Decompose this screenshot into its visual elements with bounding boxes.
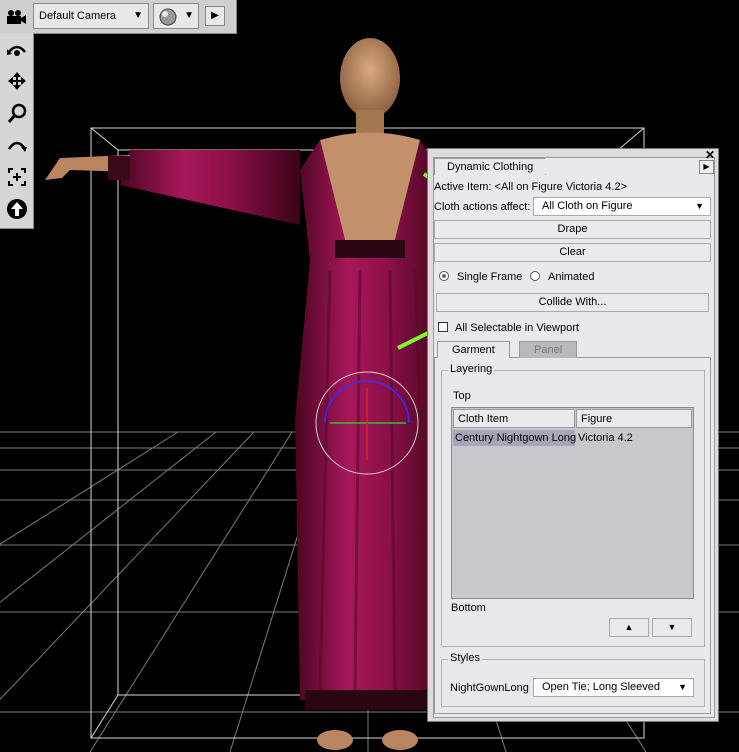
collide-with-button[interactable]: Collide With...	[436, 293, 709, 312]
move-up-button[interactable]: ▲	[609, 618, 649, 637]
camera-select[interactable]: Default Camera ▼	[33, 3, 149, 29]
all-selectable-label: All Selectable in Viewport	[455, 322, 579, 334]
cloth-actions-select[interactable]: All Cloth on Figure ▼	[533, 197, 711, 216]
active-item-label: Active Item: <All on Figure Victoria 4.2…	[434, 181, 627, 193]
shading-select[interactable]: ▼	[153, 3, 199, 29]
play-button[interactable]: ▶	[205, 6, 225, 26]
chevron-down-icon: ▼	[678, 682, 687, 692]
chevron-down-icon: ▼	[184, 10, 194, 21]
chevron-down-icon: ▼	[695, 201, 704, 211]
top-label: Top	[453, 390, 471, 402]
bottom-label: Bottom	[451, 602, 486, 614]
panel-menu-button[interactable]: ▶	[699, 160, 714, 174]
move-icon[interactable]	[0, 65, 33, 97]
camera-select-value: Default Camera	[39, 10, 117, 22]
single-frame-label: Single Frame	[457, 271, 523, 283]
frame-icon[interactable]	[0, 161, 33, 193]
orbit-icon[interactable]	[0, 33, 33, 65]
top-toolbar: Default Camera ▼ ▼ ▶	[0, 0, 237, 34]
rotate-icon[interactable]	[0, 129, 33, 161]
zoom-icon[interactable]	[0, 97, 33, 129]
cloth-item-table[interactable]: Cloth Item Figure Century Nightgown Long…	[451, 407, 694, 599]
column-header-cloth-item[interactable]: Cloth Item	[453, 409, 575, 428]
move-down-button[interactable]: ▼	[652, 618, 692, 637]
table-cell-cloth-item[interactable]: Century Nightgown Long	[453, 430, 576, 446]
layering-title: Layering	[448, 363, 495, 375]
close-icon[interactable]: ✕	[705, 149, 715, 161]
left-toolbar	[0, 33, 34, 229]
chevron-down-icon: ▼	[133, 10, 143, 21]
animated-radio[interactable]	[530, 271, 540, 281]
style-select-value: Open Tie; Long Sleeved	[542, 681, 661, 693]
clear-button[interactable]: Clear	[434, 243, 711, 262]
style-name-label: NightGownLong	[450, 682, 529, 694]
table-cell-figure[interactable]: Victoria 4.2	[576, 430, 633, 446]
cloth-actions-label: Cloth actions affect:	[434, 201, 531, 213]
sphere-icon	[159, 8, 177, 26]
tab-garment[interactable]: Garment	[437, 341, 510, 358]
animated-label: Animated	[548, 271, 595, 283]
column-header-figure[interactable]: Figure	[576, 409, 692, 428]
camera-icon[interactable]	[3, 4, 29, 30]
up-arrow-icon[interactable]	[0, 193, 33, 225]
styles-title: Styles	[448, 652, 482, 664]
style-select[interactable]: Open Tie; Long Sleeved ▼	[533, 678, 694, 697]
single-frame-radio[interactable]	[439, 271, 449, 281]
panel-title-tab: Dynamic Clothing	[434, 158, 560, 175]
cloth-actions-value: All Cloth on Figure	[542, 200, 633, 212]
tab-panel[interactable]: Panel	[519, 341, 578, 358]
all-selectable-checkbox[interactable]	[438, 322, 448, 332]
drape-button[interactable]: Drape	[434, 220, 711, 239]
